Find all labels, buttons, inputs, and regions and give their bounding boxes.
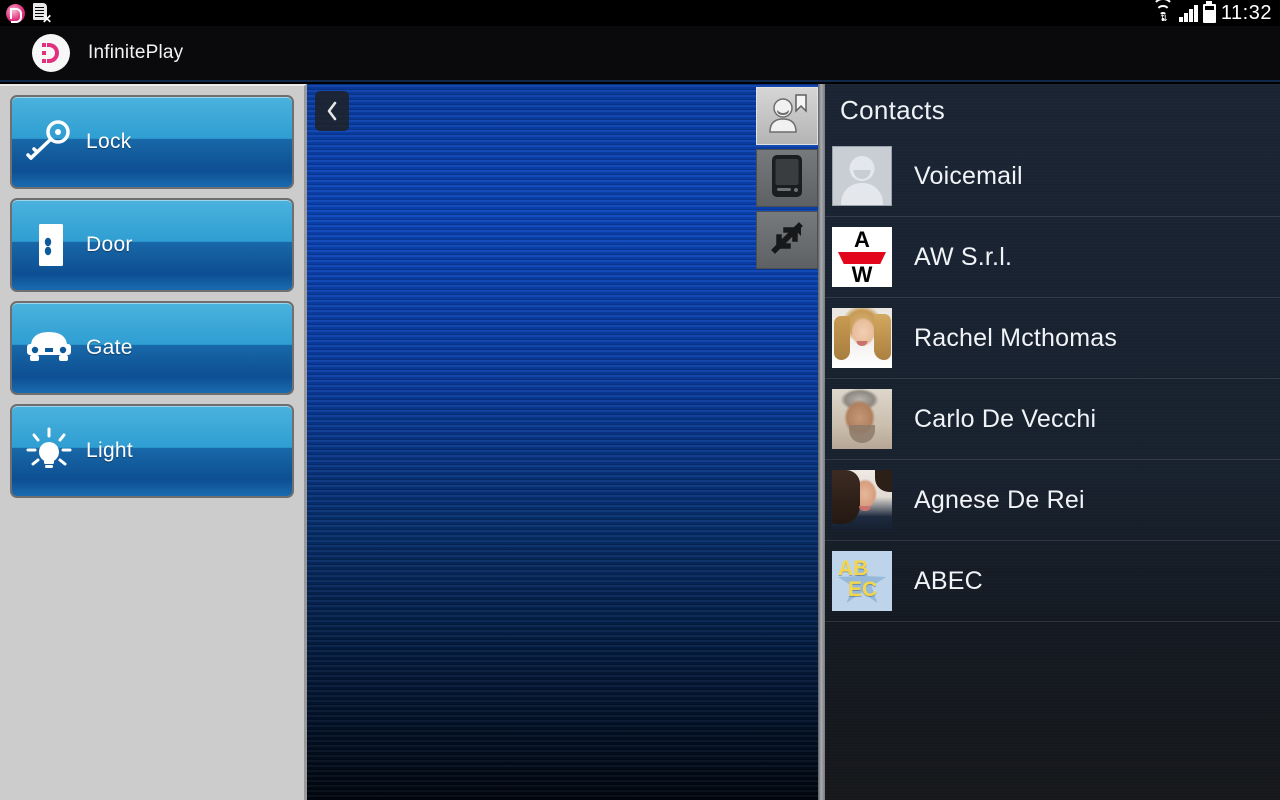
- contact-name: AW S.r.l.: [914, 242, 1013, 271]
- command-button-door[interactable]: Door: [10, 198, 294, 292]
- contacts-bookmark-icon: [765, 92, 809, 141]
- infiniteplay-logo-icon: [32, 34, 70, 72]
- abec-logo-top: AB: [838, 557, 869, 580]
- car-icon: [12, 326, 86, 370]
- status-bar: ✕ ⇅ 11:32: [0, 0, 1280, 26]
- door-icon: [12, 222, 86, 268]
- video-preview-panel: [307, 84, 818, 800]
- status-bar-notifications: ✕: [0, 3, 52, 25]
- contact-row-abec[interactable]: AB EC ABEC: [825, 541, 1280, 622]
- aw-logo-bottom: W: [851, 262, 873, 287]
- side-tab-strip: [756, 87, 818, 269]
- contact-row-agnese-de-rei[interactable]: Agnese De Rei: [825, 460, 1280, 541]
- command-label: Door: [86, 233, 133, 256]
- panel-divider[interactable]: [818, 84, 825, 800]
- command-button-lock[interactable]: Lock: [10, 95, 294, 189]
- contact-row-rachel-mcthomas[interactable]: Rachel Mcthomas: [825, 298, 1280, 379]
- app-title-bar: InfinitePlay: [0, 26, 1280, 82]
- command-panel: Lock Door Gate Light: [0, 84, 307, 800]
- screen: ✕ ⇅ 11:32 InfinitePlay Lock Door Gate Li…: [0, 0, 1280, 800]
- tab-contacts[interactable]: [756, 87, 818, 145]
- aw-logo-avatar: A W: [832, 227, 892, 287]
- key-icon: [12, 119, 86, 165]
- abec-logo-bottom: EC: [848, 578, 878, 601]
- contacts-panel: Contacts Voicemail A W AW S.r.l. Rachel …: [825, 84, 1280, 800]
- contact-row-carlo-de-vecchi[interactable]: Carlo De Vecchi: [825, 379, 1280, 460]
- contact-name: Voicemail: [914, 161, 1023, 190]
- command-button-light[interactable]: Light: [10, 404, 294, 498]
- contact-name: ABEC: [914, 566, 983, 595]
- photo-avatar: [832, 389, 892, 449]
- contact-name: Carlo De Vecchi: [914, 404, 1097, 433]
- wifi-icon: ⇅: [1152, 4, 1174, 23]
- main-area: Lock Door Gate Light Contacts Voicemail …: [0, 84, 1280, 800]
- command-label: Lock: [86, 130, 132, 153]
- infiniteplay-badge-icon: [6, 3, 25, 23]
- app-title: InfinitePlay: [88, 42, 184, 63]
- tab-device[interactable]: [756, 149, 818, 207]
- contact-name: Rachel Mcthomas: [914, 323, 1118, 352]
- sim-card-error-icon: ✕: [33, 3, 52, 25]
- lightbulb-icon: [12, 426, 86, 476]
- chevron-left-icon: [325, 100, 339, 122]
- photo-avatar: [832, 308, 892, 368]
- contact-row-aw-srl[interactable]: A W AW S.r.l.: [825, 217, 1280, 298]
- mobile-device-icon: [770, 153, 804, 204]
- contacts-title: Contacts: [840, 94, 946, 125]
- collapse-panel-button[interactable]: [315, 91, 349, 131]
- contact-row-voicemail[interactable]: Voicemail: [825, 136, 1280, 217]
- photo-avatar: [832, 470, 892, 530]
- tab-calls[interactable]: [756, 211, 818, 269]
- status-bar-system: ⇅ 11:32: [1152, 2, 1280, 25]
- cellular-signal-icon: [1179, 4, 1198, 22]
- abec-logo-avatar: AB EC: [832, 551, 892, 611]
- clock: 11:32: [1220, 1, 1272, 24]
- command-label: Light: [86, 439, 134, 462]
- default-person-avatar: [832, 146, 892, 206]
- contact-name: Agnese De Rei: [914, 485, 1085, 514]
- call-transfer-icon: [767, 218, 807, 263]
- command-button-gate[interactable]: Gate: [10, 301, 294, 395]
- aw-logo-top: A: [854, 227, 870, 252]
- battery-icon: [1202, 3, 1216, 23]
- command-label: Gate: [86, 336, 133, 359]
